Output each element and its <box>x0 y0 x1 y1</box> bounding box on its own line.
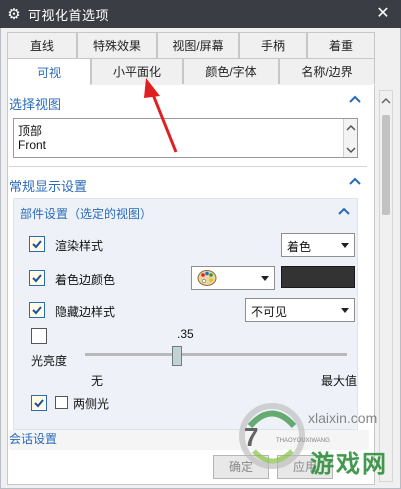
watermark-logo: 7 xlaixin.com THAOYOUXIWANG 游戏网 <box>226 392 396 482</box>
tab-name-border[interactable]: 名称/边界 <box>279 58 375 84</box>
light-brightness-slider-track[interactable] <box>85 353 347 356</box>
tab-label: 颜色/字体 <box>205 65 257 79</box>
hidden-edge-style-dropdown[interactable]: 不可见 <box>245 298 355 322</box>
tab-label: 直线 <box>29 39 54 53</box>
hidden-edge-style-checkbox[interactable] <box>29 302 45 318</box>
scroll-up-icon[interactable] <box>381 97 391 105</box>
title-bar: ⚙ 可视化首选项 ✕ <box>0 0 401 28</box>
tab-label: 手柄 <box>260 39 285 53</box>
tab-handles[interactable]: 手柄 <box>239 32 307 58</box>
slider-min-label: 无 <box>91 374 104 388</box>
tab-visual[interactable]: 可视 <box>7 58 91 86</box>
section-title: 选择视图 <box>9 97 62 112</box>
tab-row-bottom: 可视 小平面化 颜色/字体 名称/边界 <box>7 58 375 86</box>
tab-emphasis[interactable]: 着重 <box>307 32 375 58</box>
tab-label: 可视 <box>36 66 61 80</box>
svg-text:7: 7 <box>244 422 258 452</box>
select-view-header[interactable]: 选择视图 <box>9 94 369 114</box>
gear-icon: ⚙ <box>7 6 21 23</box>
collapse-icon[interactable] <box>349 176 363 190</box>
light-brightness-value: .35 <box>177 327 194 341</box>
divider <box>9 166 367 167</box>
scroll-down-icon[interactable] <box>346 145 356 155</box>
scrollbar-thumb[interactable] <box>382 115 390 215</box>
shaded-edge-color-checkbox[interactable] <box>29 270 45 286</box>
edge-color-swatch[interactable] <box>281 266 355 288</box>
light-brightness-label: 光亮度 <box>31 354 68 368</box>
chevron-down-icon <box>341 243 349 248</box>
list-scrollbar[interactable] <box>343 119 357 157</box>
list-item[interactable]: 顶部 <box>18 122 42 139</box>
collapse-icon[interactable] <box>349 94 363 108</box>
tab-label: 特殊效果 <box>92 39 141 53</box>
two-sided-light-label: 两侧光 <box>73 397 110 411</box>
tab-faceting[interactable]: 小平面化 <box>91 58 183 84</box>
part-settings-header[interactable]: 部件设置（选定的视图） <box>20 205 350 223</box>
watermark-text: 游戏网 <box>310 450 388 478</box>
dropdown-value: 不可见 <box>251 305 288 319</box>
list-item[interactable]: Front <box>18 138 46 152</box>
window-title: 可视化首选项 <box>28 7 110 23</box>
scroll-up-icon[interactable] <box>346 123 356 133</box>
general-display-header[interactable]: 常规显示设置 <box>9 176 369 196</box>
tab-view-screen[interactable]: 视图/屏幕 <box>157 32 239 58</box>
close-icon[interactable]: ✕ <box>373 4 393 24</box>
watermark-site: xlaixin.com <box>308 410 378 426</box>
tab-line[interactable]: 直线 <box>7 32 77 58</box>
tab-label: 着重 <box>328 39 353 53</box>
tab-label: 名称/边界 <box>301 65 353 79</box>
section-title: 会话设置 <box>9 432 58 446</box>
shaded-edge-color-label: 着色边颜色 <box>55 273 116 287</box>
render-style-dropdown[interactable]: 着色 <box>281 233 355 257</box>
tab-row-top: 直线 特殊效果 视图/屏幕 手柄 着重 <box>7 32 375 58</box>
chevron-down-icon <box>261 276 269 281</box>
chevron-down-icon <box>341 308 349 313</box>
two-sided-light-checkbox[interactable] <box>55 396 68 409</box>
light-brightness-slider-thumb[interactable] <box>171 346 182 366</box>
palette-icon <box>197 269 217 290</box>
hidden-edge-style-label: 隐藏边样式 <box>55 305 116 319</box>
slider-max-label: 最大值 <box>321 374 358 388</box>
tab-label: 小平面化 <box>112 65 161 79</box>
tab-label: 视图/屏幕 <box>172 39 224 53</box>
collapse-icon[interactable] <box>338 205 350 219</box>
group-title: 部件设置（选定的视图） <box>20 207 153 221</box>
render-style-label: 渲染样式 <box>55 239 104 253</box>
render-style-checkbox[interactable] <box>29 236 45 252</box>
dropdown-value: 着色 <box>287 240 312 254</box>
color-picker-dropdown[interactable] <box>191 266 275 290</box>
watermark-swirl-icon: 7 <box>239 403 305 469</box>
view-list[interactable]: 顶部 Front <box>13 118 358 158</box>
two-sided-light-outer-checkbox[interactable] <box>31 395 47 411</box>
section-title: 常规显示设置 <box>9 179 88 194</box>
light-brightness-checkbox[interactable] <box>31 328 47 344</box>
tab-special-effects[interactable]: 特殊效果 <box>77 32 157 58</box>
tab-color-font[interactable]: 颜色/字体 <box>183 58 279 84</box>
